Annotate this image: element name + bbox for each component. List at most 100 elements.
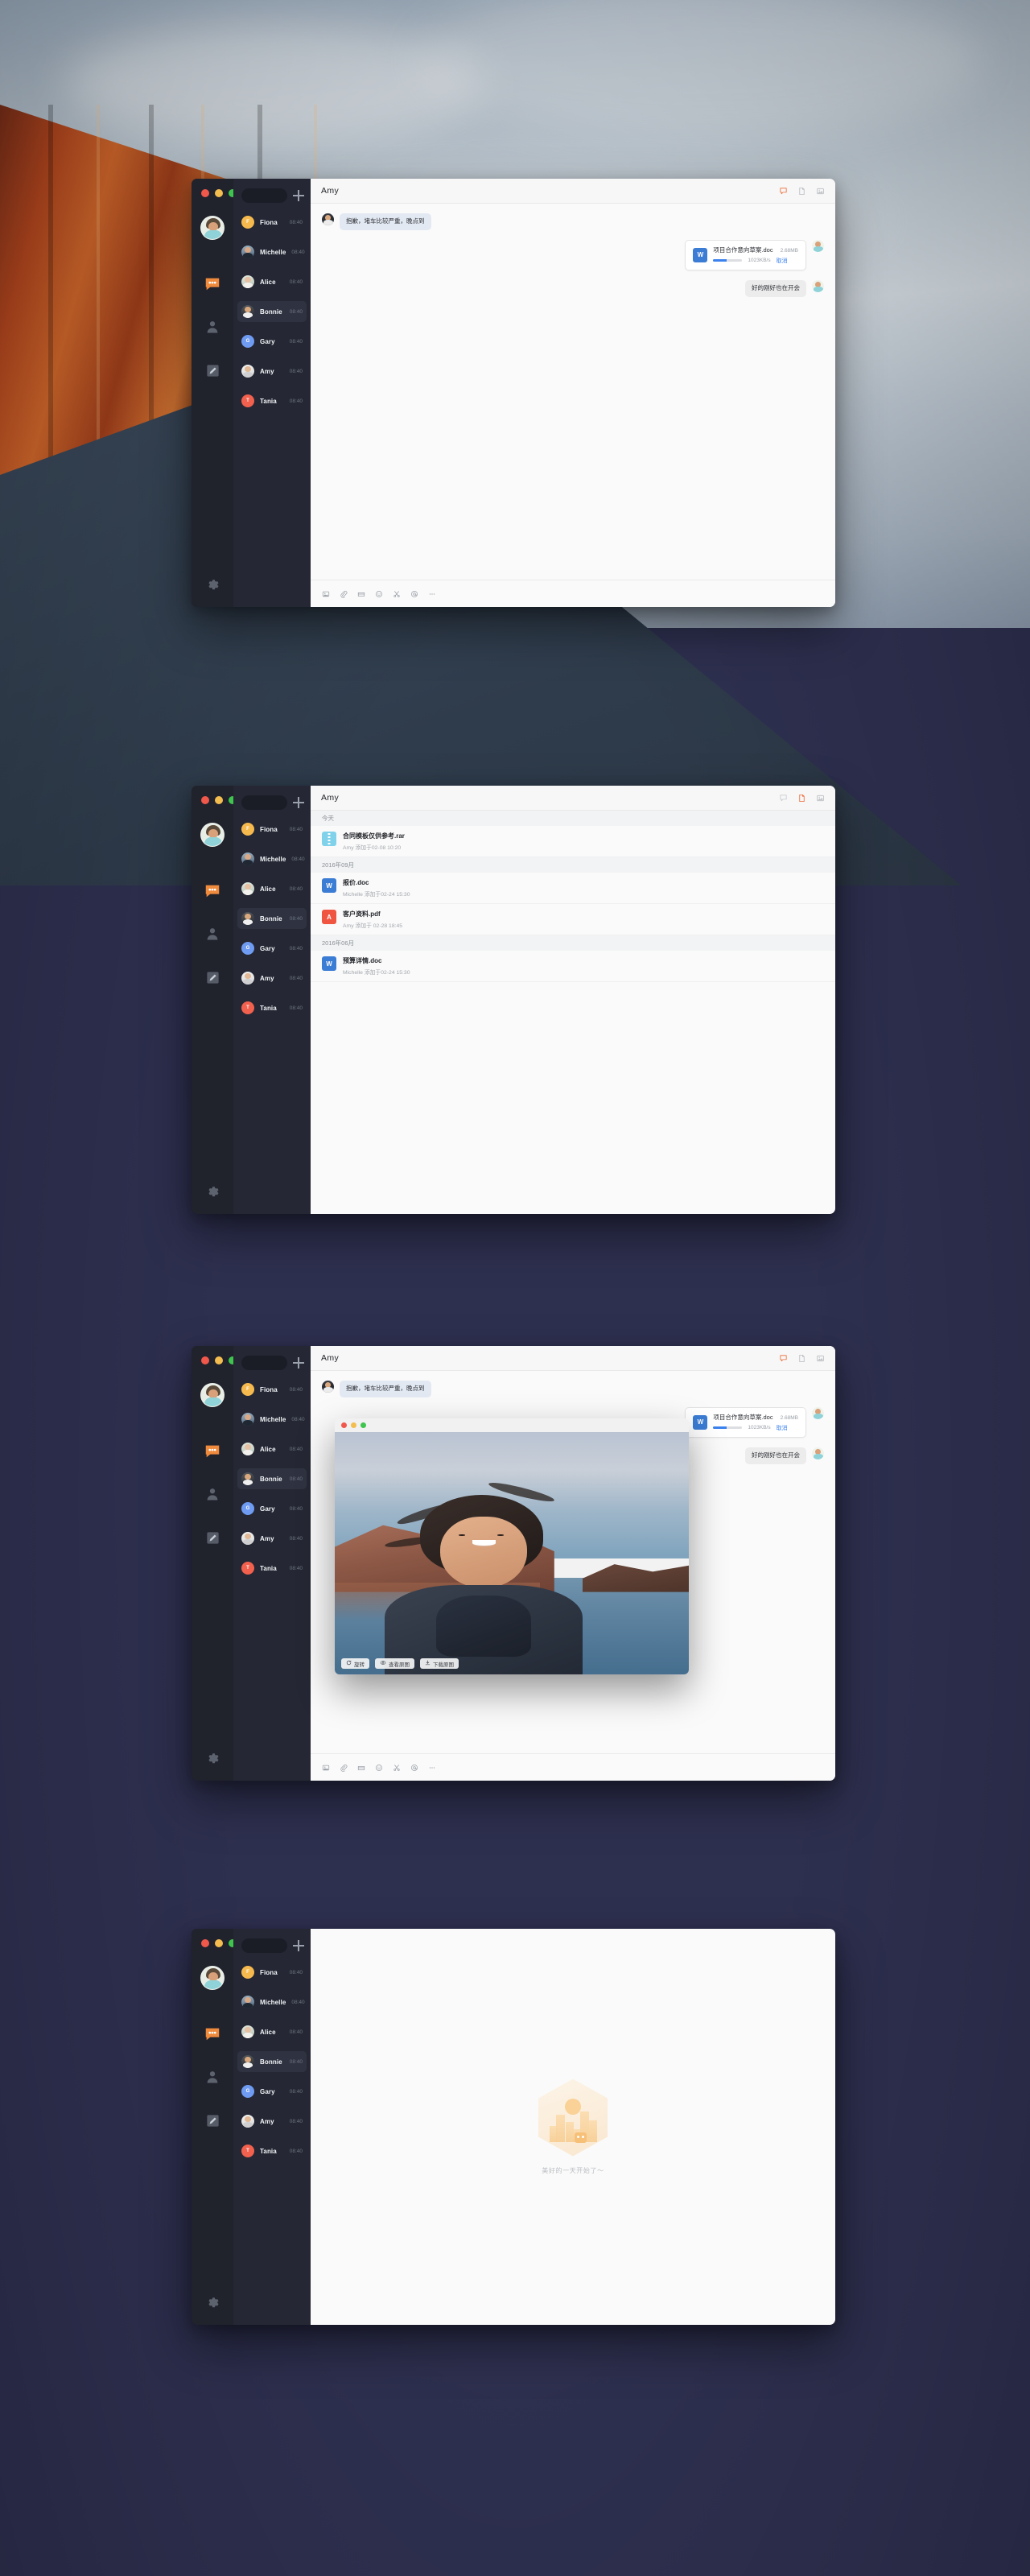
chat-bubble-icon[interactable] — [779, 1354, 788, 1363]
rail-item-contacts[interactable] — [201, 316, 224, 338]
rail-item-chat[interactable] — [201, 1439, 224, 1462]
conversation-item-tania[interactable]: T Tania 08:40 — [237, 2140, 307, 2161]
conversation-item-alice[interactable]: Alice 08:40 — [237, 271, 307, 292]
conversation-item-amy[interactable]: Amy 08:40 — [237, 2111, 307, 2132]
file-transfer-card[interactable]: W 项目合作意向草案.doc 2.68MB 1023KB/s 取消 — [685, 1406, 806, 1438]
conversation-list[interactable]: F Fiona 08:40 Michelle 08:40 Alice 08:40 Bon… — [233, 786, 311, 1214]
viewer-image[interactable]: 旋转 查看原图 下载原图 — [335, 1432, 689, 1674]
conversation-item-gary[interactable]: G Gary 08:40 — [237, 2081, 307, 2102]
rail-item-contacts[interactable] — [201, 923, 224, 945]
paperclip-icon[interactable] — [340, 1764, 348, 1772]
conversation-item-gary[interactable]: G Gary 08:40 — [237, 938, 307, 959]
conversation-item-michelle[interactable]: Michelle 08:40 — [237, 1409, 307, 1430]
conversation-item-gary[interactable]: G Gary 08:40 — [237, 331, 307, 352]
search-input[interactable] — [241, 1356, 287, 1370]
rail-item-compose[interactable] — [201, 359, 224, 382]
rail-item-compose[interactable] — [201, 1526, 224, 1549]
image-icon[interactable] — [816, 1354, 825, 1363]
close-button[interactable] — [201, 1356, 209, 1364]
chat-bubble-icon[interactable] — [779, 794, 788, 803]
conversation-item-michelle[interactable]: Michelle 08:40 — [237, 848, 307, 869]
image-icon[interactable] — [322, 590, 330, 598]
conversation-item-michelle[interactable]: Michelle 08:40 — [237, 242, 307, 262]
image-viewer-window[interactable]: 旋转 查看原图 下载原图 — [335, 1418, 689, 1674]
close-button[interactable] — [201, 189, 209, 197]
conversation-item-bonnie[interactable]: Bonnie 08:40 — [237, 301, 307, 322]
zoom-button[interactable] — [360, 1422, 366, 1428]
emoji-icon[interactable] — [375, 1764, 383, 1772]
minimize-button[interactable] — [215, 796, 223, 804]
conversation-item-tania[interactable]: T Tania 08:40 — [237, 997, 307, 1018]
current-user-avatar[interactable] — [200, 1966, 225, 1990]
file-transfer-card[interactable]: W 项目合作意向草案.doc 2.68MB 1023KB/s 取消 — [685, 239, 806, 270]
rail-item-compose[interactable] — [201, 966, 224, 989]
close-button[interactable] — [341, 1422, 347, 1428]
rail-item-chat[interactable] — [201, 2022, 224, 2045]
current-user-avatar[interactable] — [200, 823, 225, 847]
conversation-item-alice[interactable]: Alice 08:40 — [237, 878, 307, 899]
more-icon[interactable] — [428, 590, 436, 598]
conversation-item-tania[interactable]: T Tania 08:40 — [237, 390, 307, 411]
view-original-button[interactable]: 查看原图 — [375, 1658, 414, 1669]
add-conversation-button[interactable] — [293, 1357, 304, 1368]
rail-item-chat[interactable] — [201, 272, 224, 295]
conversation-item-fiona[interactable]: F Fiona 08:40 — [237, 819, 307, 840]
conversation-item-bonnie[interactable]: Bonnie 08:40 — [237, 2051, 307, 2072]
conversation-item-fiona[interactable]: F Fiona 08:40 — [237, 1379, 307, 1400]
conversation-item-fiona[interactable]: F Fiona 08:40 — [237, 212, 307, 233]
conversation-item-amy[interactable]: Amy 08:40 — [237, 968, 307, 989]
conversation-item-tania[interactable]: T Tania 08:40 — [237, 1558, 307, 1579]
conversation-item-amy[interactable]: Amy 08:40 — [237, 361, 307, 382]
emoji-icon[interactable] — [375, 590, 383, 598]
settings-button[interactable] — [204, 1182, 220, 1198]
folder-icon[interactable] — [357, 1764, 365, 1772]
conversation-item-alice[interactable]: Alice 08:40 — [237, 1439, 307, 1459]
conversation-item-bonnie[interactable]: Bonnie 08:40 — [237, 908, 307, 929]
conversation-item-gary[interactable]: G Gary 08:40 — [237, 1498, 307, 1519]
search-input[interactable] — [241, 795, 287, 810]
rail-item-chat[interactable] — [201, 879, 224, 902]
conversation-list[interactable]: F Fiona 08:40 Michelle 08:40 Alice 08:40 Bon… — [233, 179, 311, 607]
files-window-2[interactable]: F Fiona 08:40 Michelle 08:40 Alice 08:40 Bon… — [192, 786, 835, 1214]
minimize-button[interactable] — [215, 189, 223, 197]
current-user-avatar[interactable] — [200, 1383, 225, 1407]
rail-item-contacts[interactable] — [201, 2066, 224, 2088]
conversation-item-bonnie[interactable]: Bonnie 08:40 — [237, 1468, 307, 1489]
scissors-icon[interactable] — [393, 1764, 401, 1772]
file-list-item[interactable]: W 预算详情.doc Michelle 添加于02-24 15:30 — [311, 951, 835, 982]
conversation-item-alice[interactable]: Alice 08:40 — [237, 2021, 307, 2042]
image-icon[interactable] — [322, 1764, 330, 1772]
cancel-transfer-button[interactable]: 取消 — [777, 1424, 788, 1432]
search-input[interactable] — [241, 1938, 287, 1953]
chat-bubble-icon[interactable] — [779, 187, 788, 196]
file-icon[interactable] — [797, 1354, 806, 1363]
settings-button[interactable] — [204, 575, 220, 591]
download-original-button[interactable]: 下载原图 — [420, 1658, 459, 1669]
add-conversation-button[interactable] — [293, 1940, 304, 1951]
close-button[interactable] — [201, 796, 209, 804]
minimize-button[interactable] — [215, 1356, 223, 1364]
chat-window-4-empty[interactable]: F Fiona 08:40 Michelle 08:40 Alice 08:40 Bon… — [192, 1929, 835, 2325]
search-input[interactable] — [241, 188, 287, 203]
message-bubble[interactable]: 好的刚好也在开会 — [745, 279, 806, 297]
settings-button[interactable] — [204, 1748, 220, 1765]
image-icon[interactable] — [816, 794, 825, 803]
more-icon[interactable] — [428, 1764, 436, 1772]
rail-item-compose[interactable] — [201, 2109, 224, 2132]
rotate-button[interactable]: 旋转 — [341, 1658, 369, 1669]
paperclip-icon[interactable] — [340, 590, 348, 598]
file-icon[interactable] — [797, 794, 806, 803]
current-user-avatar[interactable] — [200, 216, 225, 240]
conversation-item-michelle[interactable]: Michelle 08:40 — [237, 1992, 307, 2013]
conversation-list[interactable]: F Fiona 08:40 Michelle 08:40 Alice 08:40 Bon… — [233, 1346, 311, 1781]
file-list-item[interactable]: A 客户资料.pdf Amy 添加于 02-28 18:45 — [311, 904, 835, 935]
rail-item-contacts[interactable] — [201, 1483, 224, 1505]
file-list-item[interactable]: W 报价.doc Michelle 添加于02-24 15:30 — [311, 873, 835, 904]
cancel-transfer-button[interactable]: 取消 — [777, 257, 788, 265]
minimize-button[interactable] — [351, 1422, 356, 1428]
mention-icon[interactable] — [410, 590, 418, 598]
folder-icon[interactable] — [357, 590, 365, 598]
image-icon[interactable] — [816, 187, 825, 196]
file-icon[interactable] — [797, 187, 806, 196]
file-list-item[interactable]: 合同模板仅供参考.rar Amy 添加于02-08 10:20 — [311, 826, 835, 857]
